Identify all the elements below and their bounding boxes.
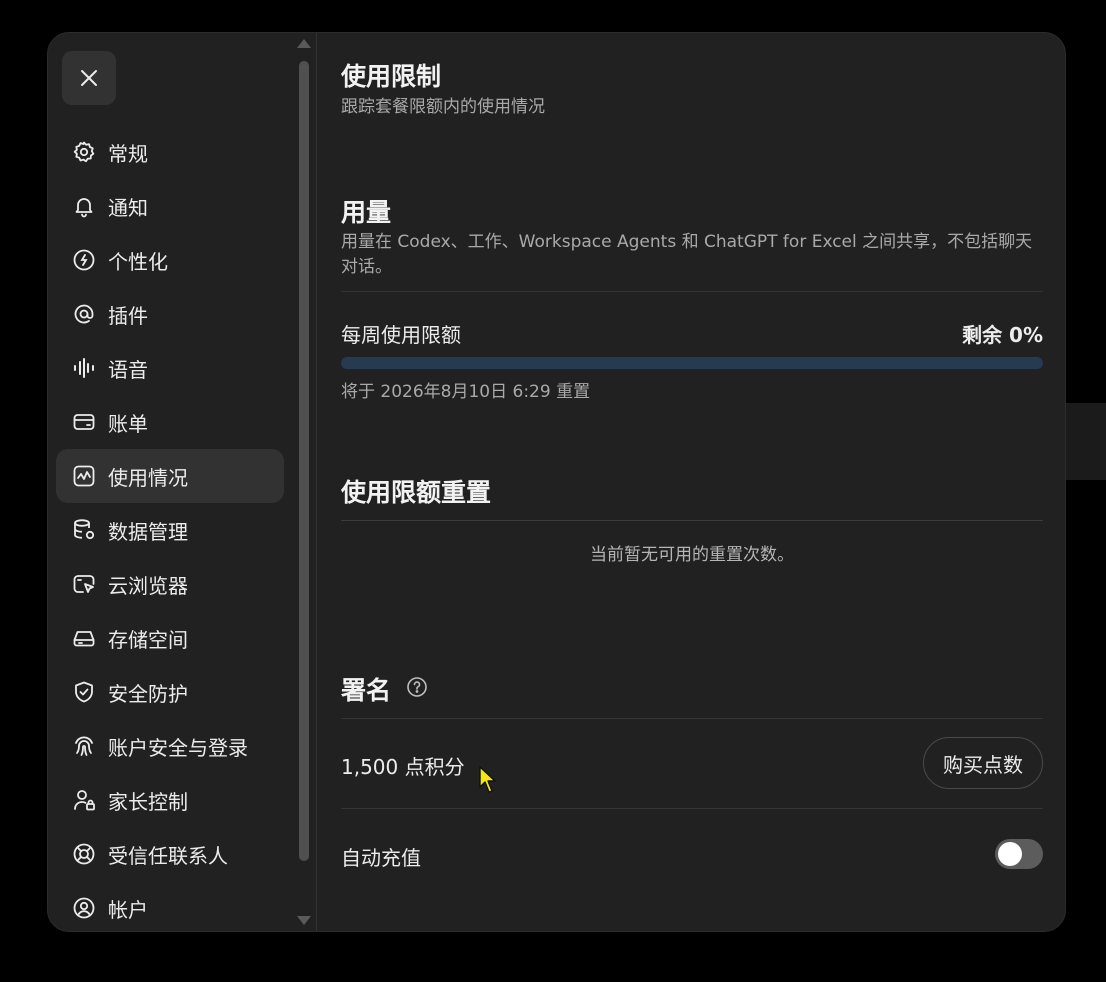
help-question-icon[interactable]	[406, 676, 428, 698]
user-circle-icon	[72, 896, 96, 920]
personalization-icon	[72, 248, 96, 272]
sidebar-item-data-controls[interactable]: 数据管理	[56, 503, 284, 557]
sidebar-item-label: 云浏览器	[108, 573, 188, 598]
auto-topup-label: 自动充值	[341, 846, 421, 870]
sidebar-item-label: 通知	[108, 195, 148, 220]
page-subtitle: 跟踪套餐限额内的使用情况	[341, 97, 545, 117]
at-sign-icon	[72, 302, 96, 326]
sidebar-item-label: 帐户	[108, 897, 148, 922]
sidebar-item-personalization[interactable]: 个性化	[56, 233, 284, 287]
background-window-edge	[1062, 403, 1106, 480]
no-resets-text: 当前暂无可用的重置次数。	[590, 545, 794, 565]
sidebar-item-label: 家长控制	[108, 789, 188, 814]
remaining-value: 剩余 0%	[962, 323, 1043, 347]
sidebar-item-label: 安全防护	[108, 681, 188, 706]
sidebar-item-voice[interactable]: 语音	[56, 341, 284, 395]
section-divider	[341, 291, 1043, 292]
close-button[interactable]	[62, 51, 116, 105]
reset-date-text: 将于 2026年8月10日 6:29 重置	[341, 382, 591, 402]
sidebar-scrollbar[interactable]	[296, 37, 312, 929]
usage-description: 用量在 Codex、工作、Workspace Agents 和 ChatGPT …	[341, 232, 1033, 277]
scroll-up-arrow-icon[interactable]	[297, 39, 311, 48]
activity-chart-icon	[72, 464, 96, 488]
waveform-icon	[72, 356, 96, 380]
sidebar-item-trusted-contacts[interactable]: 受信任联系人	[56, 827, 284, 881]
sidebar-item-label: 存储空间	[108, 627, 188, 652]
sidebar-item-cloud-browser[interactable]: 云浏览器	[56, 557, 284, 611]
mouse-cursor-icon	[479, 766, 496, 793]
sidebar-item-notifications[interactable]: 通知	[56, 179, 284, 233]
buy-credits-button[interactable]: 购买点数	[923, 737, 1043, 789]
sidebar-item-account-security[interactable]: 账户安全与登录	[56, 719, 284, 773]
sidebar-item-label: 数据管理	[108, 519, 188, 544]
close-icon	[81, 70, 97, 86]
user-lock-icon	[72, 788, 96, 812]
sidebar-item-storage[interactable]: 存储空间	[56, 611, 284, 665]
weekly-limit-label: 每周使用限额	[341, 323, 461, 347]
sidebar-divider	[316, 33, 317, 931]
sidebar-item-parental-controls[interactable]: 家长控制	[56, 773, 284, 827]
sidebar-item-label: 插件	[108, 303, 148, 328]
database-gear-icon	[72, 518, 96, 542]
settings-nav: 常规 通知 个性化 插件 语音 账单 使用情况 数据管理 云浏览器 存储空间 安…	[56, 125, 284, 931]
sidebar-item-account[interactable]: 帐户	[56, 881, 284, 931]
sidebar-item-label: 个性化	[108, 249, 168, 274]
auto-topup-toggle[interactable]	[995, 839, 1043, 869]
usage-panel: 使用限制 跟踪套餐限额内的使用情况 用量 用量在 Codex、工作、Worksp…	[341, 33, 1043, 931]
page-title: 使用限制	[341, 62, 442, 91]
sidebar-item-label: 常规	[108, 141, 148, 166]
settings-dialog: 常规 通知 个性化 插件 语音 账单 使用情况 数据管理 云浏览器 存储空间 安…	[47, 32, 1066, 932]
cloud-browser-icon	[72, 572, 96, 596]
scroll-down-arrow-icon[interactable]	[297, 916, 311, 925]
sidebar-item-label: 账户安全与登录	[108, 735, 248, 760]
shield-check-icon	[72, 680, 96, 704]
reset-heading: 使用限额重置	[341, 478, 492, 507]
sidebar-item-label: 受信任联系人	[108, 843, 228, 868]
weekly-usage-progress-bar	[341, 357, 1043, 369]
section-divider	[341, 808, 1043, 809]
section-divider	[341, 520, 1043, 521]
credit-card-icon	[72, 410, 96, 434]
section-divider	[341, 718, 1043, 719]
fingerprint-icon	[72, 734, 96, 758]
credits-heading: 署名	[341, 676, 392, 705]
sidebar-item-plugins[interactable]: 插件	[56, 287, 284, 341]
settings-sidebar: 常规 通知 个性化 插件 语音 账单 使用情况 数据管理 云浏览器 存储空间 安…	[48, 33, 316, 931]
sidebar-item-label: 使用情况	[108, 465, 188, 490]
toggle-knob	[998, 842, 1022, 866]
usage-heading: 用量	[341, 198, 392, 227]
sidebar-item-label: 语音	[108, 357, 148, 382]
sidebar-item-general[interactable]: 常规	[56, 125, 284, 179]
gear-icon	[72, 140, 96, 164]
lifebuoy-icon	[72, 842, 96, 866]
scroll-thumb[interactable]	[299, 61, 309, 861]
sidebar-item-security[interactable]: 安全防护	[56, 665, 284, 719]
credit-balance: 1,500 点积分	[341, 755, 465, 779]
storage-drive-icon	[72, 626, 96, 650]
sidebar-item-usage[interactable]: 使用情况	[56, 449, 284, 503]
sidebar-item-billing[interactable]: 账单	[56, 395, 284, 449]
bell-icon	[72, 194, 96, 218]
sidebar-item-label: 账单	[108, 411, 148, 436]
